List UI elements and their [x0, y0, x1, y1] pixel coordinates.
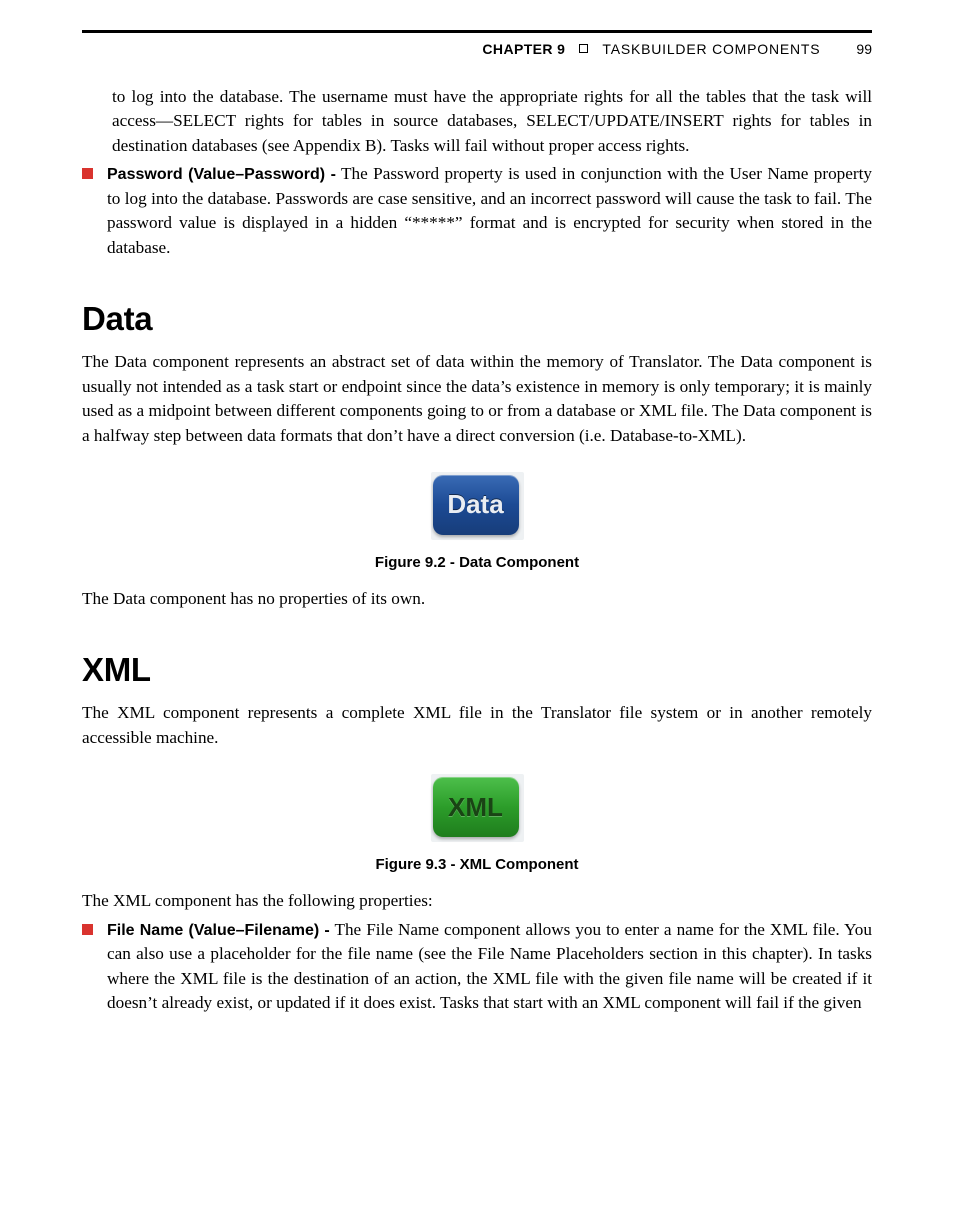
- data-para1: The Data component represents an abstrac…: [82, 350, 872, 448]
- section-heading-xml: XML: [82, 651, 872, 689]
- intro-continuation: to log into the database. The username m…: [112, 85, 872, 158]
- figure-frame: Data: [431, 472, 524, 540]
- chapter-label: CHAPTER 9: [482, 41, 565, 57]
- bullet-square-icon: [82, 924, 93, 935]
- figure-caption: Figure 9.3 - XML Component: [375, 856, 578, 873]
- figure-xml-component: XML Figure 9.3 - XML Component: [82, 774, 872, 873]
- filename-property: File Name (Value–Filename) - The File Na…: [107, 918, 872, 1016]
- page-number: 99: [856, 41, 872, 57]
- data-component-icon: Data: [433, 475, 519, 535]
- running-header: CHAPTER 9 TASKBUILDER COMPONENTS 99: [82, 41, 872, 57]
- password-property: Password (Value–Password) - The Password…: [107, 162, 872, 260]
- header-rule: [82, 30, 872, 33]
- chapter-title: TASKBUILDER COMPONENTS: [602, 41, 820, 57]
- page-content: CHAPTER 9 TASKBUILDER COMPONENTS 99 to l…: [0, 0, 954, 1056]
- figure-data-component: Data Figure 9.2 - Data Component: [82, 472, 872, 571]
- list-item: Password (Value–Password) - The Password…: [82, 162, 872, 260]
- xml-component-icon: XML: [433, 777, 519, 837]
- property-name: Password (Value–Password) -: [107, 166, 336, 183]
- xml-para2: The XML component has the following prop…: [82, 889, 872, 913]
- square-icon: [579, 44, 588, 53]
- list-item: File Name (Value–Filename) - The File Na…: [82, 918, 872, 1016]
- data-para2: The Data component has no properties of …: [82, 587, 872, 611]
- property-name: File Name (Value–Filename) -: [107, 922, 330, 939]
- bullet-square-icon: [82, 168, 93, 179]
- xml-para1: The XML component represents a complete …: [82, 701, 872, 750]
- figure-caption: Figure 9.2 - Data Component: [375, 554, 579, 571]
- section-heading-data: Data: [82, 300, 872, 338]
- figure-frame: XML: [431, 774, 524, 842]
